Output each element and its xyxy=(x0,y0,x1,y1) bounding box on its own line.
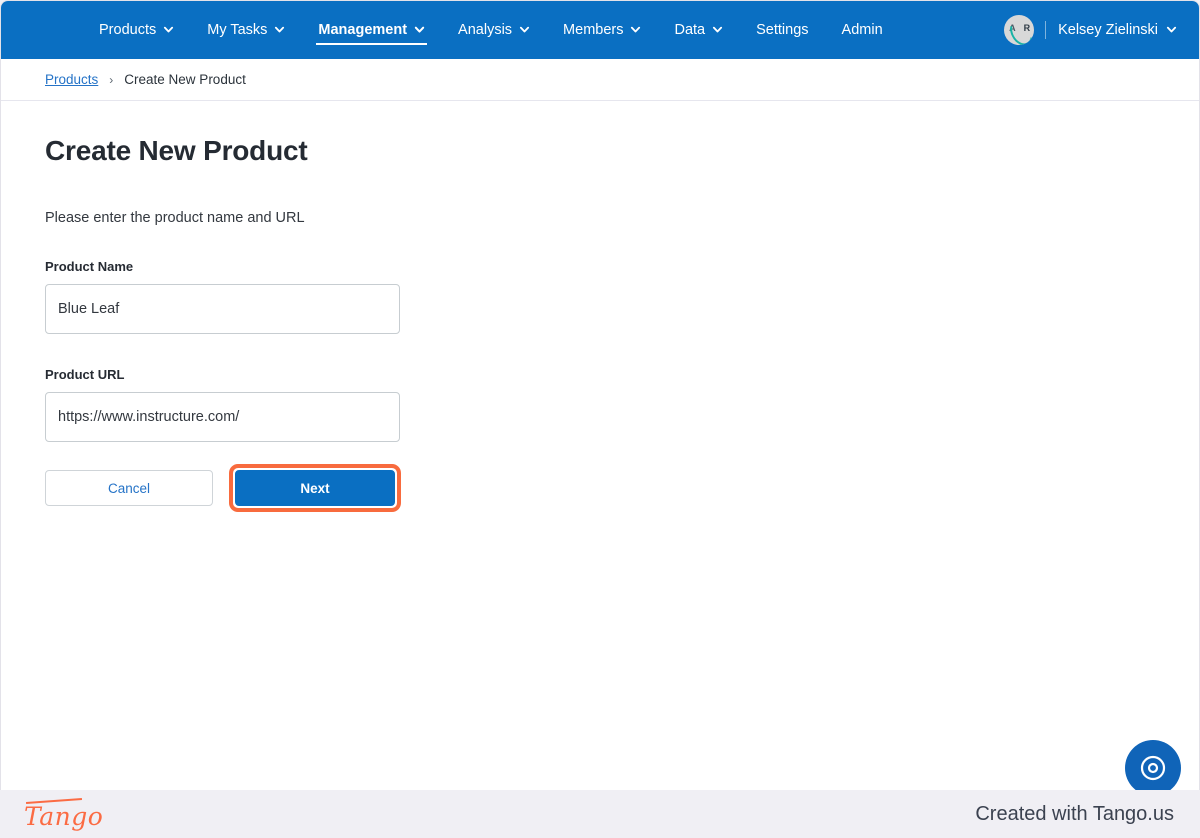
nav-item-label: Data xyxy=(674,22,706,38)
chevron-down-icon xyxy=(630,24,641,35)
breadcrumb-link-products[interactable]: Products xyxy=(45,72,98,87)
nav-item-data[interactable]: Data xyxy=(674,1,723,59)
brand-logo-icon: A R xyxy=(1004,15,1035,45)
nav-right-cluster: A R Kelsey Zielinski xyxy=(1004,1,1177,59)
product-name-input[interactable] xyxy=(45,284,400,334)
form-actions: Cancel Next xyxy=(45,464,1199,512)
next-button-wrapper: Next xyxy=(229,464,401,512)
brand-logo-letter-right: R xyxy=(1023,23,1031,33)
product-name-label: Product Name xyxy=(45,259,134,274)
chevron-down-icon xyxy=(1166,24,1177,35)
tango-credit-text: Created with Tango.us xyxy=(975,802,1174,825)
nav-divider xyxy=(1045,21,1047,39)
chevron-down-icon xyxy=(414,24,425,35)
breadcrumb-current-page: Create New Product xyxy=(124,72,246,87)
page-title: Create New Product xyxy=(45,135,308,166)
nav-item-label: My Tasks xyxy=(207,22,268,38)
field-group-product-url: Product URL xyxy=(45,367,1199,442)
nav-item-members[interactable]: Members xyxy=(563,1,641,59)
nav-item-management[interactable]: Management xyxy=(316,1,428,59)
next-button[interactable]: Next xyxy=(235,470,395,506)
nav-item-label: Settings xyxy=(756,22,809,38)
cancel-button[interactable]: Cancel xyxy=(45,470,213,506)
intro-text: Please enter the product name and URL xyxy=(45,210,305,226)
app-window: Products My Tasks Management Analysis Me… xyxy=(0,0,1200,790)
screenshot-root: Products My Tasks Management Analysis Me… xyxy=(0,0,1200,838)
breadcrumb: Products › Create New Product xyxy=(1,59,1199,101)
main-content: Create New Product Please enter the prod… xyxy=(1,101,1199,790)
tango-footer: Tango Created with Tango.us xyxy=(0,790,1200,838)
nav-item-label: Management xyxy=(318,22,408,38)
user-name-label: Kelsey Zielinski xyxy=(1058,22,1158,38)
product-url-label: Product URL xyxy=(45,367,125,382)
user-menu[interactable]: Kelsey Zielinski xyxy=(1058,22,1177,38)
chevron-down-icon xyxy=(163,24,174,35)
field-group-product-name: Product Name xyxy=(45,259,1199,334)
nav-item-products[interactable]: Products xyxy=(99,1,174,59)
nav-item-settings[interactable]: Settings xyxy=(756,1,808,59)
tango-logo: Tango xyxy=(24,798,103,831)
nav-item-analysis[interactable]: Analysis xyxy=(458,1,530,59)
nav-item-label: Members xyxy=(563,22,624,38)
active-tab-underline xyxy=(316,43,428,45)
nav-item-label: Analysis xyxy=(458,22,513,38)
top-navigation-bar: Products My Tasks Management Analysis Me… xyxy=(1,1,1199,59)
nav-item-label: Admin xyxy=(841,22,883,38)
product-url-input[interactable] xyxy=(45,392,400,442)
primary-nav: Products My Tasks Management Analysis Me… xyxy=(99,1,916,59)
nav-item-my-tasks[interactable]: My Tasks xyxy=(207,1,285,59)
breadcrumb-separator-icon: › xyxy=(109,72,114,87)
nav-item-admin[interactable]: Admin xyxy=(842,1,883,59)
chevron-down-icon xyxy=(274,24,285,35)
chat-help-icon xyxy=(1140,755,1166,781)
chevron-down-icon xyxy=(712,24,723,35)
help-chat-button[interactable] xyxy=(1125,740,1181,790)
nav-item-label: Products xyxy=(99,22,157,38)
chevron-down-icon xyxy=(519,24,530,35)
